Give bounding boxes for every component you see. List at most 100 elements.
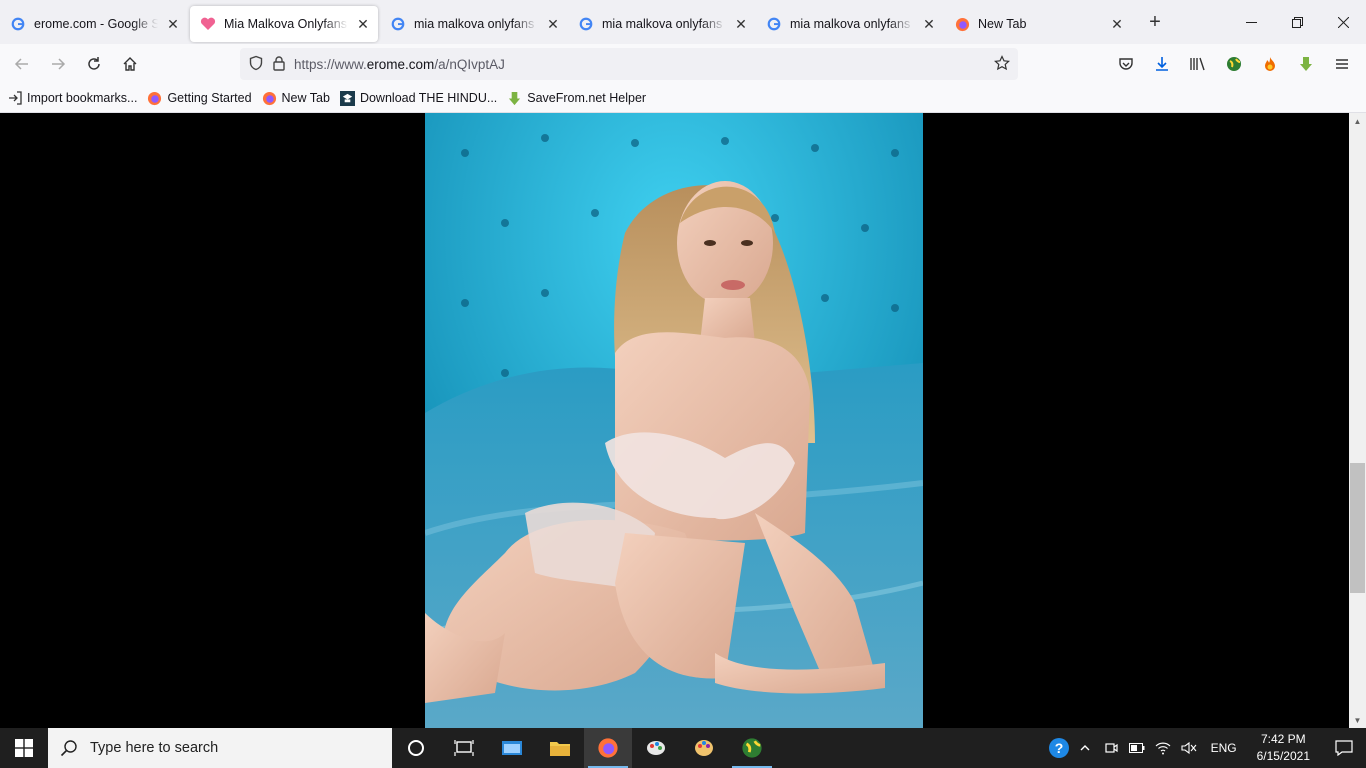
scroll-down-arrow-icon[interactable]: ▼ (1349, 712, 1366, 728)
savefrom-button[interactable] (1290, 48, 1322, 80)
windows-taskbar: Type here to search ? ENG 7:42 PM 6/15/2… (0, 728, 1366, 768)
pocket-button[interactable] (1110, 48, 1142, 80)
firefox-icon (954, 16, 970, 32)
bookmark-savefrom[interactable]: SaveFrom.net Helper (507, 91, 646, 106)
bookmark-hindu[interactable]: Download THE HINDU... (339, 90, 498, 106)
firefox-icon (148, 91, 162, 105)
url-text[interactable]: https://www.erome.com/a/nQIvptAJ (294, 57, 986, 72)
palette-icon (695, 740, 713, 756)
toolbar-right (1110, 48, 1358, 80)
wifi-icon[interactable] (1151, 728, 1175, 768)
notification-icon (1335, 740, 1353, 756)
url-domain: erome.com (366, 56, 435, 72)
taskbar-firefox[interactable] (584, 728, 632, 768)
gallery-photo[interactable] (425, 113, 923, 728)
window-controls (1228, 0, 1366, 44)
svg-text:?: ? (1054, 740, 1063, 756)
bookmark-new-tab[interactable]: New Tab (262, 91, 330, 106)
taskbar-paint-app[interactable] (632, 728, 680, 768)
forward-button[interactable] (42, 48, 74, 80)
reload-button[interactable] (78, 48, 110, 80)
downloads-button[interactable] (1146, 48, 1178, 80)
home-icon (123, 57, 137, 71)
tab-title: erome.com - Google Search (34, 17, 158, 31)
extension-globe-button[interactable] (1218, 48, 1250, 80)
bookmark-label: Download THE HINDU... (359, 91, 498, 105)
clock-time: 7:42 PM (1260, 732, 1306, 746)
cortana-button[interactable] (392, 728, 440, 768)
clock[interactable]: 7:42 PM 6/15/2021 (1247, 731, 1320, 765)
taskbar-globe-app[interactable] (728, 728, 776, 768)
bookmark-getting-started[interactable]: Getting Started (147, 91, 252, 106)
tab-4[interactable]: mia malkova onlyfans - Google Search ✕ (756, 6, 944, 42)
volume-muted-icon[interactable] (1177, 728, 1201, 768)
meet-now-icon[interactable] (1099, 728, 1123, 768)
taskbar-file-explorer[interactable] (536, 728, 584, 768)
star-icon[interactable] (994, 54, 1010, 74)
shield-icon[interactable] (248, 55, 264, 74)
forward-arrow-icon (52, 58, 66, 70)
close-icon[interactable]: ✕ (922, 16, 936, 32)
url-bar[interactable]: https://www.erome.com/a/nQIvptAJ (240, 48, 1018, 80)
window-app-icon (502, 741, 522, 755)
cortana-circle-icon (408, 740, 424, 756)
battery-icon[interactable] (1125, 728, 1149, 768)
paint-icon (647, 741, 665, 755)
bookmark-label: SaveFrom.net Helper (527, 91, 647, 105)
back-button[interactable] (6, 48, 38, 80)
close-icon[interactable]: ✕ (546, 16, 560, 32)
bookmark-label: Import bookmarks... (27, 91, 138, 105)
help-icon[interactable]: ? (1047, 728, 1071, 768)
task-view-button[interactable] (440, 728, 488, 768)
library-button[interactable] (1182, 48, 1214, 80)
language-indicator[interactable]: ENG (1203, 741, 1245, 755)
google-icon (10, 16, 26, 32)
tab-0[interactable]: erome.com - Google Search ✕ (0, 6, 188, 42)
home-button[interactable] (114, 48, 146, 80)
search-icon (60, 740, 77, 757)
tab-title: mia malkova onlyfans - Google Search (790, 17, 914, 31)
close-icon[interactable]: ✕ (1110, 16, 1124, 32)
back-arrow-icon (14, 58, 28, 70)
firefox-icon (262, 91, 276, 105)
bookmark-import[interactable]: Import bookmarks... (8, 91, 137, 105)
tab-title: New Tab (978, 17, 1027, 31)
bookmark-label: New Tab (281, 91, 330, 105)
tab-3[interactable]: mia malkova onlyfans - Google Search ✕ (568, 6, 756, 42)
download-icon (1156, 57, 1168, 71)
minimize-button[interactable] (1228, 0, 1274, 44)
heart-icon (200, 16, 216, 32)
tab-1[interactable]: Mia Malkova Onlyfans Bio ✕ (190, 6, 378, 42)
windows-logo-icon (15, 739, 33, 757)
google-icon (578, 16, 594, 32)
hindu-icon (339, 90, 355, 106)
scroll-up-arrow-icon[interactable]: ▲ (1349, 113, 1366, 129)
tab-2[interactable]: mia malkova onlyfans - Google Search ✕ (380, 6, 568, 42)
close-window-button[interactable] (1320, 0, 1366, 44)
extension-fire-button[interactable] (1254, 48, 1286, 80)
new-tab-button[interactable]: + (1138, 5, 1172, 39)
restore-button[interactable] (1274, 0, 1320, 44)
notification-center-button[interactable] (1322, 728, 1366, 768)
url-prefix: https://www. (294, 56, 367, 72)
close-icon[interactable]: ✕ (166, 16, 180, 32)
savefrom-icon (1300, 57, 1312, 71)
scrollbar-thumb[interactable] (1350, 463, 1365, 593)
task-view-icon (454, 740, 474, 756)
close-icon[interactable]: ✕ (734, 16, 748, 32)
photo-image (425, 113, 923, 728)
menu-button[interactable] (1326, 48, 1358, 80)
taskbar-search-box[interactable]: Type here to search (48, 728, 392, 768)
start-button[interactable] (0, 728, 48, 768)
chevron-up-icon[interactable] (1073, 728, 1097, 768)
lock-icon[interactable] (272, 55, 286, 74)
close-icon[interactable]: ✕ (356, 16, 370, 32)
navigation-toolbar: https://www.erome.com/a/nQIvptAJ (0, 44, 1366, 84)
bookmark-label: Getting Started (167, 91, 252, 105)
tab-5[interactable]: New Tab ✕ (944, 6, 1132, 42)
savefrom-icon (509, 91, 521, 105)
taskbar-paint-3d[interactable] (680, 728, 728, 768)
taskbar-app-window[interactable] (488, 728, 536, 768)
vertical-scrollbar[interactable]: ▲ ▼ (1349, 113, 1366, 728)
hamburger-menu-icon (1336, 59, 1348, 69)
